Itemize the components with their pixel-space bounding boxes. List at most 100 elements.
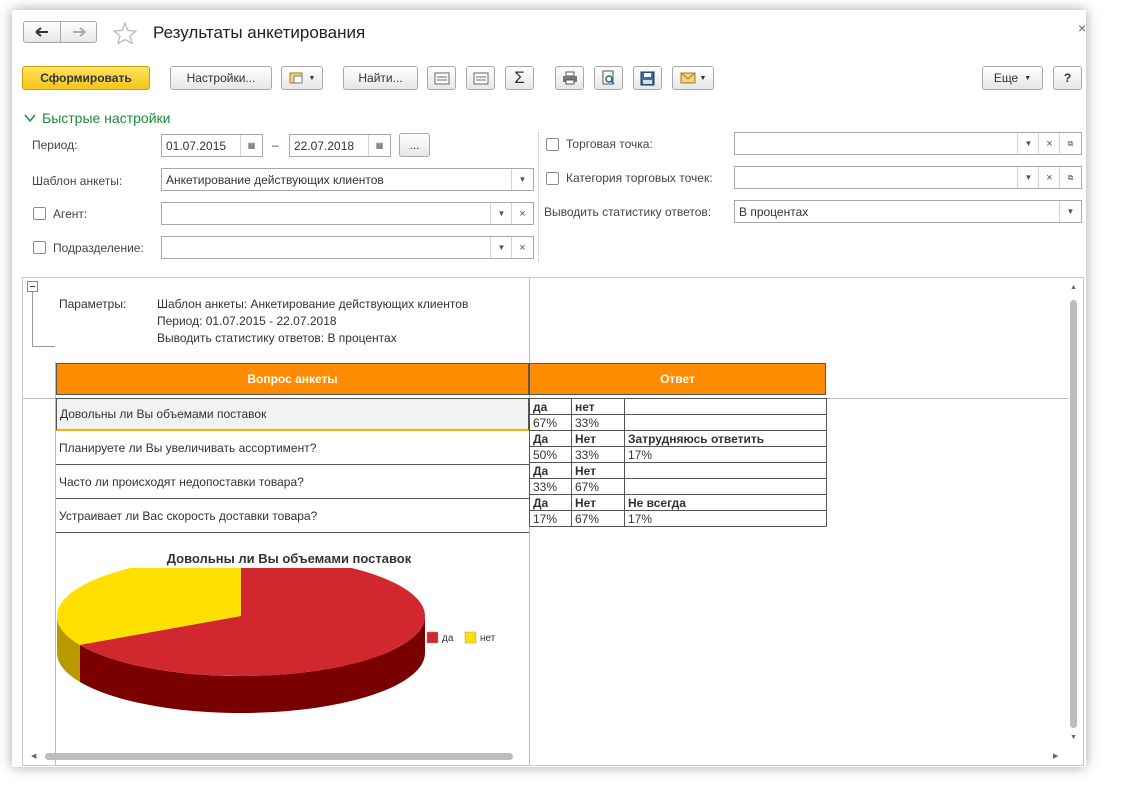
save-button[interactable]	[633, 66, 662, 90]
scroll-right-icon[interactable]: ▶	[1053, 752, 1058, 760]
period-select-button[interactable]: ...	[399, 133, 430, 157]
answer-option[interactable]: да	[529, 398, 572, 415]
answer-value[interactable]: 67%	[571, 478, 625, 495]
quick-settings-toggle[interactable]: Быстрые настройки	[24, 110, 170, 126]
answer-option[interactable]	[624, 398, 827, 415]
back-button[interactable]	[23, 21, 61, 43]
template-select[interactable]: Анкетирование действующих клиентов ▼	[161, 168, 534, 191]
sum-button[interactable]: Σ	[505, 66, 534, 90]
scroll-up-icon[interactable]: ▲	[1070, 284, 1077, 291]
open-icon[interactable]: ⧉	[1059, 133, 1081, 154]
answer-option[interactable]: Нет	[571, 494, 625, 511]
table-row: да нет	[529, 398, 827, 415]
period-to-input[interactable]: 22.07.2018 ▦	[289, 134, 391, 157]
report-area[interactable]: Параметры: Шаблон анкеты: Анкетирование …	[22, 277, 1084, 766]
period-to-value: 22.07.2018	[294, 138, 355, 153]
find-button[interactable]: Найти...	[343, 66, 418, 90]
print-button[interactable]	[555, 66, 584, 90]
answer-option[interactable]: нет	[571, 398, 625, 415]
chevron-down-icon: ▼	[308, 74, 316, 82]
answer-option[interactable]: Да	[529, 462, 572, 479]
agent-select[interactable]: ▼ ×	[161, 202, 534, 225]
settings-button[interactable]: Настройки...	[170, 66, 272, 90]
chevron-down-icon[interactable]: ▼	[1017, 167, 1039, 188]
answer-option[interactable]: Да	[529, 430, 572, 447]
chevron-down-icon[interactable]: ▼	[1059, 201, 1081, 222]
table-row: 67% 33%	[529, 414, 827, 431]
agent-label: Агент:	[53, 207, 88, 221]
question-cell[interactable]: Планируете ли Вы увеличивать ассортимент…	[56, 432, 529, 465]
answer-value[interactable]: 50%	[529, 446, 572, 463]
question-cell[interactable]: Часто ли происходят недопоставки товара?	[56, 466, 529, 499]
answer-value[interactable]: 33%	[571, 446, 625, 463]
table-row: Да Нет Не всегда	[529, 494, 827, 511]
answer-value[interactable]	[624, 478, 827, 495]
calendar-icon[interactable]: ▦	[368, 135, 390, 156]
clear-icon[interactable]: ×	[511, 203, 533, 224]
agent-checkbox[interactable]	[33, 207, 46, 220]
question-cell[interactable]: Довольны ли Вы объемами поставок	[56, 398, 529, 431]
close-icon[interactable]: ×	[1078, 20, 1086, 36]
period-from-input[interactable]: 01.07.2015 ▦	[161, 134, 263, 157]
params-label: Параметры:	[59, 297, 127, 311]
answer-value[interactable]	[624, 414, 827, 431]
calendar-icon[interactable]: ▦	[240, 135, 262, 156]
clear-icon[interactable]: ×	[511, 237, 533, 258]
answer-option[interactable]: Не всегда	[624, 494, 827, 511]
horizontal-scrollbar[interactable]: ◀ ▶	[23, 750, 1068, 764]
variants-button[interactable]: ▼	[281, 66, 323, 90]
clear-icon[interactable]: ×	[1038, 167, 1060, 188]
group-bracket	[32, 292, 55, 347]
outlet-select[interactable]: ▼ × ⧉	[734, 132, 1082, 155]
answer-value[interactable]: 17%	[624, 446, 827, 463]
outlet-category-checkbox[interactable]	[546, 172, 559, 185]
find-prev-button[interactable]	[466, 66, 495, 90]
answer-value[interactable]: 33%	[571, 414, 625, 431]
legend-swatch-да	[426, 631, 439, 644]
chevron-down-icon[interactable]: ▼	[490, 203, 512, 224]
answer-option[interactable]: Нет	[571, 430, 625, 447]
send-email-button[interactable]: ▼	[672, 66, 714, 90]
outlet-checkbox[interactable]	[546, 138, 559, 151]
help-button[interactable]: ?	[1053, 66, 1082, 90]
answer-value[interactable]: 17%	[624, 510, 827, 527]
vertical-scrollbar[interactable]: ▲ ▼	[1066, 278, 1082, 750]
question-text: Довольны ли Вы объемами поставок	[60, 407, 267, 421]
stats-label: Выводить статистику ответов:	[544, 205, 712, 219]
answer-option[interactable]: Да	[529, 494, 572, 511]
chevron-down-icon[interactable]: ▼	[490, 237, 512, 258]
horizontal-scroll-thumb[interactable]	[45, 753, 513, 760]
question-text: Часто ли происходят недопоставки товара?	[59, 475, 304, 489]
division-select[interactable]: ▼ ×	[161, 236, 534, 259]
answer-value[interactable]: 67%	[529, 414, 572, 431]
report-window: Результаты анкетирования × Сформировать …	[12, 10, 1086, 767]
answer-value[interactable]: 67%	[571, 510, 625, 527]
division-checkbox[interactable]	[33, 241, 46, 254]
answer-value[interactable]: 17%	[529, 510, 572, 527]
scroll-left-icon[interactable]: ◀	[31, 752, 36, 760]
outlet-category-label: Категория торговых точек:	[566, 171, 713, 185]
find-next-button[interactable]	[427, 66, 456, 90]
answer-option[interactable]	[624, 462, 827, 479]
question-cell[interactable]: Устраивает ли Вас скорость доставки това…	[56, 500, 529, 533]
question-text: Устраивает ли Вас скорость доставки това…	[59, 509, 318, 523]
more-button[interactable]: Еще ▼	[982, 66, 1043, 90]
outlet-category-select[interactable]: ▼ × ⧉	[734, 166, 1082, 189]
scroll-down-icon[interactable]: ▼	[1070, 734, 1077, 741]
forward-button[interactable]	[60, 21, 97, 43]
favorite-star-icon[interactable]	[112, 21, 138, 47]
answer-value[interactable]: 33%	[529, 478, 572, 495]
answer-option[interactable]: Нет	[571, 462, 625, 479]
clear-icon[interactable]: ×	[1038, 133, 1060, 154]
collapse-group-icon[interactable]	[27, 281, 38, 292]
vertical-scroll-thumb[interactable]	[1070, 300, 1077, 728]
stats-select[interactable]: В процентах ▼	[734, 200, 1082, 223]
preview-button[interactable]	[594, 66, 623, 90]
find-prev-icon	[473, 72, 488, 85]
answer-option[interactable]: Затрудняюсь ответить	[624, 430, 827, 447]
open-icon[interactable]: ⧉	[1059, 167, 1081, 188]
chevron-down-icon[interactable]: ▼	[1017, 133, 1039, 154]
table-row: Да Нет Затрудняюсь ответить	[529, 430, 827, 447]
chevron-down-icon[interactable]: ▼	[511, 169, 533, 190]
generate-button[interactable]: Сформировать	[22, 66, 150, 90]
